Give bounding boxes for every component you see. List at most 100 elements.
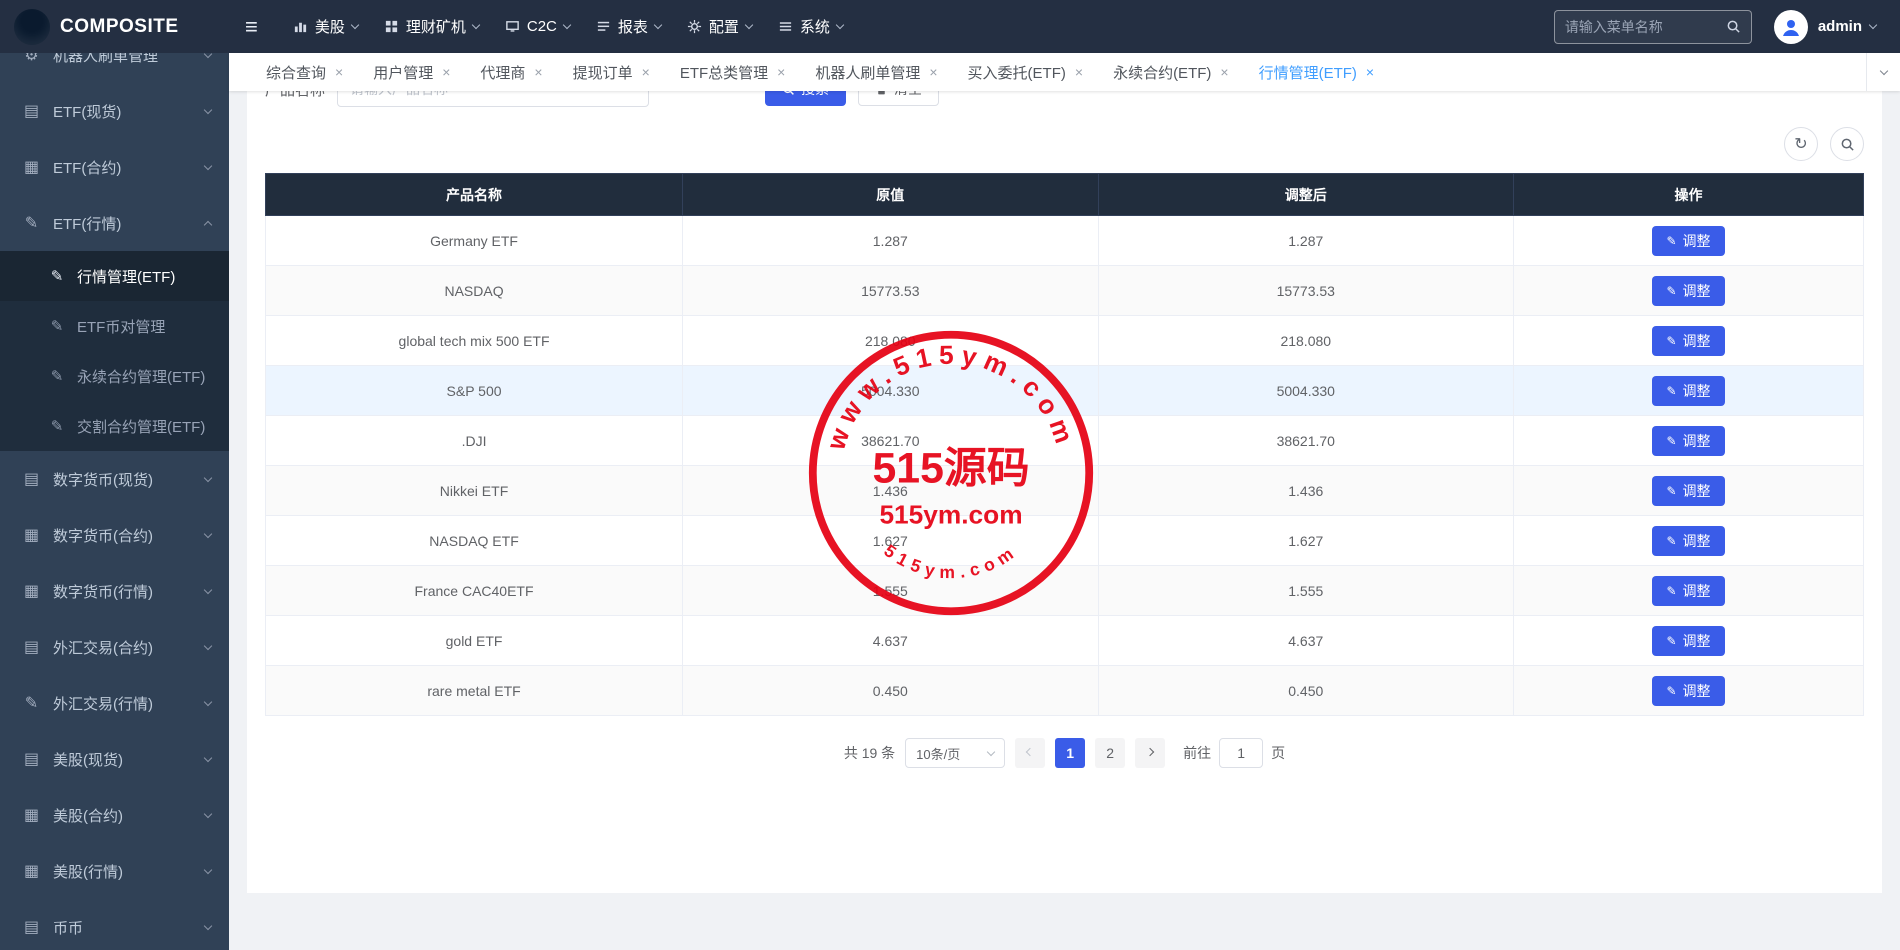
page-size-select[interactable]: 10条/页 bbox=[905, 738, 1005, 768]
page-suffix-label: 页 bbox=[1271, 743, 1285, 763]
product-name-cell: NASDAQ bbox=[266, 266, 683, 316]
chevron-down-icon bbox=[204, 641, 212, 649]
tab-item-6[interactable]: 买入委托(ETF)× bbox=[953, 53, 1099, 91]
nav-item-config[interactable]: 配置 bbox=[674, 0, 765, 53]
edit-icon: ✎ bbox=[22, 693, 41, 713]
avatar[interactable] bbox=[1774, 10, 1808, 44]
adjust-button[interactable]: ✎调整 bbox=[1652, 326, 1724, 356]
nav-item-label: 理财矿机 bbox=[406, 16, 466, 37]
search-button[interactable]: 搜索 bbox=[765, 91, 846, 106]
adjust-button[interactable]: ✎调整 bbox=[1652, 526, 1724, 556]
close-icon[interactable]: × bbox=[534, 65, 542, 79]
adjust-button[interactable]: ✎调整 bbox=[1652, 576, 1724, 606]
close-icon[interactable]: × bbox=[1220, 65, 1228, 79]
edit-icon: ✎ bbox=[1666, 285, 1676, 297]
tab-item-0[interactable]: 综合查询× bbox=[251, 53, 358, 91]
sidebar-item-crypto-market[interactable]: ▦ 数字货币(行情) bbox=[0, 563, 229, 619]
product-name-cell: Nikkei ETF bbox=[266, 466, 683, 516]
sidebar-item-crypto-spot[interactable]: ▤ 数字货币(现货) bbox=[0, 451, 229, 507]
prev-page-button[interactable] bbox=[1015, 738, 1045, 768]
sidebar-toggle-icon[interactable]: ≡ bbox=[245, 16, 258, 38]
close-icon[interactable]: × bbox=[442, 65, 450, 79]
close-icon[interactable]: × bbox=[1075, 65, 1083, 79]
nav-item-reports[interactable]: 报表 bbox=[583, 0, 674, 53]
sidebar-item-delivery-mgmt-etf[interactable]: ✎ 交割合约管理(ETF) bbox=[0, 401, 229, 451]
nav-item-mining[interactable]: 理财矿机 bbox=[371, 0, 492, 53]
sidebar-item-etf-spot[interactable]: ▤ ETF(现货) bbox=[0, 83, 229, 139]
tab-item-4[interactable]: ETF总类管理× bbox=[665, 53, 801, 91]
search-icon bbox=[1840, 137, 1855, 152]
close-icon[interactable]: × bbox=[335, 65, 343, 79]
nav-item-system[interactable]: 系统 bbox=[765, 0, 856, 53]
sidebar-item-usstock-contract[interactable]: ▦ 美股(合约) bbox=[0, 787, 229, 843]
page-button-2[interactable]: 2 bbox=[1095, 738, 1125, 768]
tab-bar: 综合查询× 用户管理× 代理商× 提现订单× ETF总类管理× 机器人刷单管理×… bbox=[229, 53, 1900, 91]
close-icon[interactable]: × bbox=[929, 65, 937, 79]
sidebar-item-usstock-spot[interactable]: ▤ 美股(现货) bbox=[0, 731, 229, 787]
sidebar: ⚙ 机器人刷单管理 ▤ ETF(现货) ▦ ETF(合约) ✎ ETF(行情) bbox=[0, 53, 229, 950]
tab-item-2[interactable]: 代理商× bbox=[465, 53, 557, 91]
close-icon[interactable]: × bbox=[1366, 65, 1374, 79]
tabs-dropdown-button[interactable] bbox=[1866, 53, 1900, 91]
tab-item-7[interactable]: 永续合约(ETF)× bbox=[1098, 53, 1244, 91]
card-icon: ▦ bbox=[22, 525, 41, 545]
tab-item-1[interactable]: 用户管理× bbox=[358, 53, 465, 91]
sidebar-item-etf-market[interactable]: ✎ ETF(行情) bbox=[0, 195, 229, 251]
sidebar-item-market-mgmt-etf[interactable]: ✎ 行情管理(ETF) bbox=[0, 251, 229, 301]
adjust-button[interactable]: ✎调整 bbox=[1652, 626, 1724, 656]
table-row: NASDAQ 15773.53 15773.53 ✎调整 bbox=[266, 266, 1864, 316]
zoom-search-button[interactable] bbox=[1830, 127, 1864, 161]
adjust-button[interactable]: ✎调整 bbox=[1652, 676, 1724, 706]
adjust-button[interactable]: ✎调整 bbox=[1652, 376, 1724, 406]
card-icon: ▦ bbox=[22, 157, 41, 177]
search-icon[interactable] bbox=[1726, 19, 1741, 34]
adjust-button[interactable]: ✎调整 bbox=[1652, 426, 1724, 456]
chevron-down-icon bbox=[204, 529, 212, 537]
close-icon[interactable]: × bbox=[777, 65, 785, 79]
table-header-row: 产品名称 原值 调整后 操作 bbox=[266, 174, 1864, 216]
sidebar-submenu-etf-market: ✎ 行情管理(ETF) ✎ ETF币对管理 ✎ 永续合约管理(ETF) ✎ 交割… bbox=[0, 251, 229, 451]
adjust-button[interactable]: ✎调整 bbox=[1652, 276, 1724, 306]
menu-search bbox=[1554, 10, 1752, 44]
nav-item-us-stock[interactable]: 美股 bbox=[280, 0, 371, 53]
menu-search-input[interactable] bbox=[1565, 19, 1726, 35]
actions-cell: ✎调整 bbox=[1514, 266, 1864, 316]
sidebar-item-forex-market[interactable]: ✎ 外汇交易(行情) bbox=[0, 675, 229, 731]
adjust-button[interactable]: ✎调整 bbox=[1652, 476, 1724, 506]
content-area: 产品名称 搜索 清空 ↻ bbox=[229, 91, 1900, 950]
sidebar-item-etf-pair-mgmt[interactable]: ✎ ETF币对管理 bbox=[0, 301, 229, 351]
page-button-1[interactable]: 1 bbox=[1055, 738, 1085, 768]
actions-cell: ✎调整 bbox=[1514, 466, 1864, 516]
search-icon bbox=[782, 91, 795, 96]
refresh-button[interactable]: ↻ bbox=[1784, 127, 1818, 161]
card-icon: ▦ bbox=[22, 861, 41, 881]
original-value-cell: 38621.70 bbox=[683, 416, 1098, 466]
chevron-down-icon[interactable] bbox=[1869, 21, 1877, 29]
table-row-highlighted: S&P 500 5004.330 5004.330 ✎调整 bbox=[266, 366, 1864, 416]
original-value-cell: 1.436 bbox=[683, 466, 1098, 516]
card-icon: ▦ bbox=[22, 805, 41, 825]
sidebar-item-etf-contract[interactable]: ▦ ETF(合约) bbox=[0, 139, 229, 195]
clear-button[interactable]: 清空 bbox=[858, 91, 939, 106]
close-icon[interactable]: × bbox=[642, 65, 650, 79]
content-card: 产品名称 搜索 清空 ↻ bbox=[247, 91, 1882, 893]
adjust-button[interactable]: ✎调整 bbox=[1652, 226, 1724, 256]
actions-cell: ✎调整 bbox=[1514, 516, 1864, 566]
user-name[interactable]: admin bbox=[1818, 18, 1862, 35]
card-icon: ▦ bbox=[22, 581, 41, 601]
edit-icon: ✎ bbox=[48, 267, 66, 285]
goto-page-input[interactable] bbox=[1219, 738, 1263, 768]
sidebar-item-forex-contract[interactable]: ▤ 外汇交易(合约) bbox=[0, 619, 229, 675]
sidebar-item-crypto-contract[interactable]: ▦ 数字货币(合约) bbox=[0, 507, 229, 563]
product-name-input[interactable] bbox=[337, 91, 649, 107]
next-page-button[interactable] bbox=[1135, 738, 1165, 768]
sidebar-item-perpetual-mgmt-etf[interactable]: ✎ 永续合约管理(ETF) bbox=[0, 351, 229, 401]
tab-item-3[interactable]: 提现订单× bbox=[558, 53, 665, 91]
nav-item-c2c[interactable]: C2C bbox=[492, 0, 583, 53]
sidebar-item-coin-coin[interactable]: ▤ 币币 bbox=[0, 899, 229, 950]
sidebar-item-usstock-market[interactable]: ▦ 美股(行情) bbox=[0, 843, 229, 899]
original-value-cell: 218.080 bbox=[683, 316, 1098, 366]
sidebar-item-robot-order-mgmt[interactable]: ⚙ 机器人刷单管理 bbox=[0, 53, 229, 83]
tab-item-8-active[interactable]: 行情管理(ETF)× bbox=[1244, 53, 1390, 91]
tab-item-5[interactable]: 机器人刷单管理× bbox=[800, 53, 952, 91]
